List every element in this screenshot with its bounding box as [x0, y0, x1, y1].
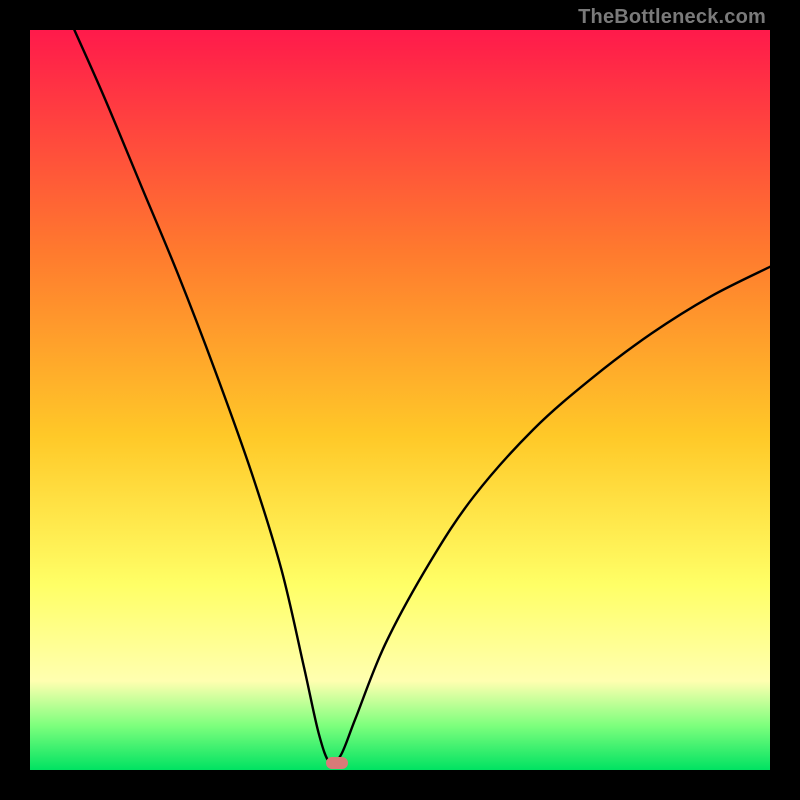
plot-area [30, 30, 770, 770]
bottleneck-curve [30, 30, 770, 770]
chart-frame: TheBottleneck.com [0, 0, 800, 800]
minimum-marker [326, 757, 348, 769]
watermark-text: TheBottleneck.com [578, 6, 766, 29]
